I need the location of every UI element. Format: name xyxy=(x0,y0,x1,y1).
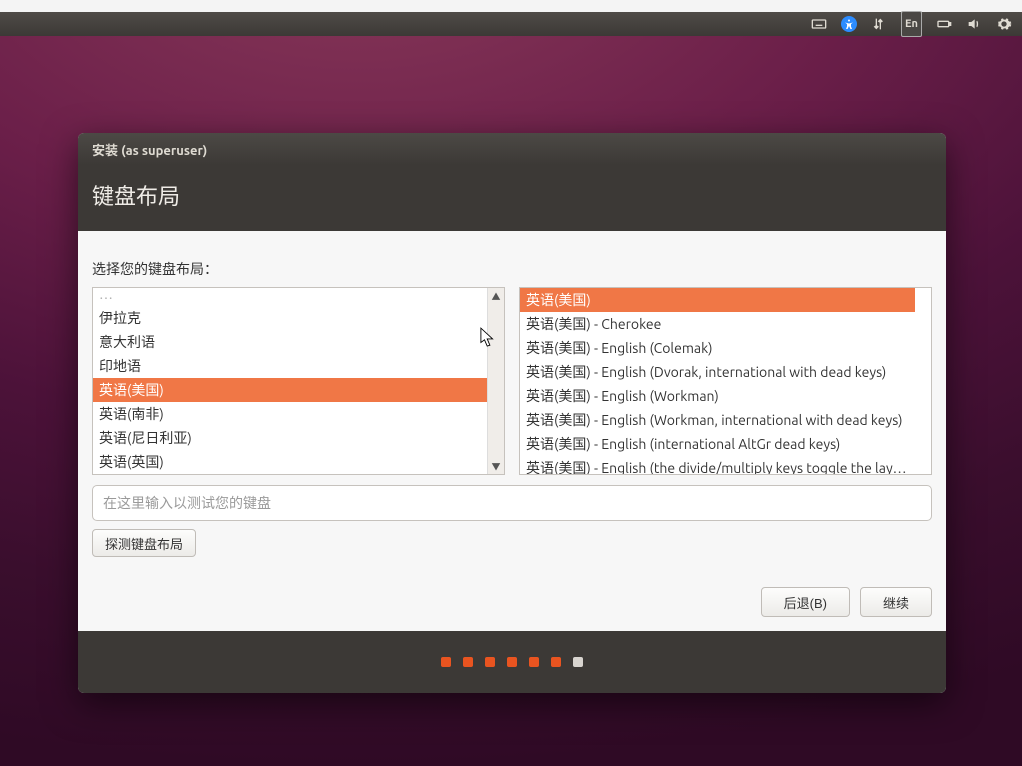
external-caption-strip xyxy=(0,0,1022,12)
progress-dot xyxy=(529,657,539,667)
left-scrollbar[interactable]: ▲ ▼ xyxy=(487,288,504,474)
system-menubar: En xyxy=(0,12,1022,36)
window-title: 安装 (as superuser) xyxy=(92,140,207,159)
list-item[interactable]: 英语(美国) - English (international AltGr de… xyxy=(520,432,915,456)
progress-dot xyxy=(573,657,583,667)
list-item[interactable]: 伊拉克 xyxy=(93,306,488,330)
choose-layout-prompt: 选择您的键盘布局： xyxy=(92,259,932,279)
list-item[interactable]: 意大利语 xyxy=(93,330,488,354)
layout-country-list[interactable]: …伊拉克意大利语印地语英语(美国)英语(南非)英语(尼日利亚)英语(英国)… ▲… xyxy=(92,287,505,475)
accessibility-icon[interactable] xyxy=(841,12,857,36)
list-item[interactable]: 英语(美国) - English (Workman, international… xyxy=(520,408,915,432)
list-item[interactable]: 英语(尼日利亚) xyxy=(93,426,488,450)
list-item[interactable]: 英语(美国) xyxy=(93,378,488,402)
page-heading: 键盘布局 xyxy=(78,165,946,231)
list-item[interactable]: 英语(英国) xyxy=(93,450,488,474)
scroll-up-icon[interactable]: ▲ xyxy=(488,288,504,304)
scroll-down-icon[interactable]: ▼ xyxy=(488,458,504,474)
progress-dot xyxy=(507,657,517,667)
list-item[interactable]: 英语(美国) - English (Dvorak, international … xyxy=(520,360,915,384)
keyboard-indicator-icon[interactable] xyxy=(811,12,827,36)
settings-gear-icon[interactable] xyxy=(996,12,1012,36)
test-keyboard-input[interactable] xyxy=(92,485,932,521)
back-button[interactable]: 后退(B) xyxy=(761,587,850,617)
network-icon[interactable] xyxy=(871,12,887,36)
list-item[interactable]: 英语(美国) - Cherokee xyxy=(520,312,915,336)
list-item[interactable]: 英语(美国) - English (Workman) xyxy=(520,384,915,408)
list-item[interactable]: … xyxy=(93,287,488,306)
detect-layout-button[interactable]: 探测键盘布局 xyxy=(92,529,196,557)
progress-dots xyxy=(78,631,946,693)
progress-dot xyxy=(551,657,561,667)
sound-icon[interactable] xyxy=(966,12,982,36)
progress-dot xyxy=(463,657,473,667)
list-item[interactable]: 英语(美国) - English (the divide/multiply ke… xyxy=(520,456,915,475)
list-item[interactable]: 印地语 xyxy=(93,354,488,378)
progress-dot xyxy=(485,657,495,667)
list-item[interactable]: 英语(美国) xyxy=(520,288,915,312)
continue-button[interactable]: 继续 xyxy=(860,587,932,617)
list-item[interactable]: … xyxy=(93,474,488,475)
layout-variant-list[interactable]: 英语(美国)英语(美国) - Cherokee英语(美国) - English … xyxy=(519,287,932,475)
list-item[interactable]: 英语(美国) - English (Colemak) xyxy=(520,336,915,360)
input-language-indicator[interactable]: En xyxy=(901,11,922,37)
battery-icon[interactable] xyxy=(936,12,952,36)
progress-dot xyxy=(441,657,451,667)
window-titlebar[interactable]: 安装 (as superuser) xyxy=(78,133,946,165)
list-item[interactable]: 英语(南非) xyxy=(93,402,488,426)
installer-window: 安装 (as superuser) 键盘布局 选择您的键盘布局： …伊拉克意大利… xyxy=(78,133,946,693)
